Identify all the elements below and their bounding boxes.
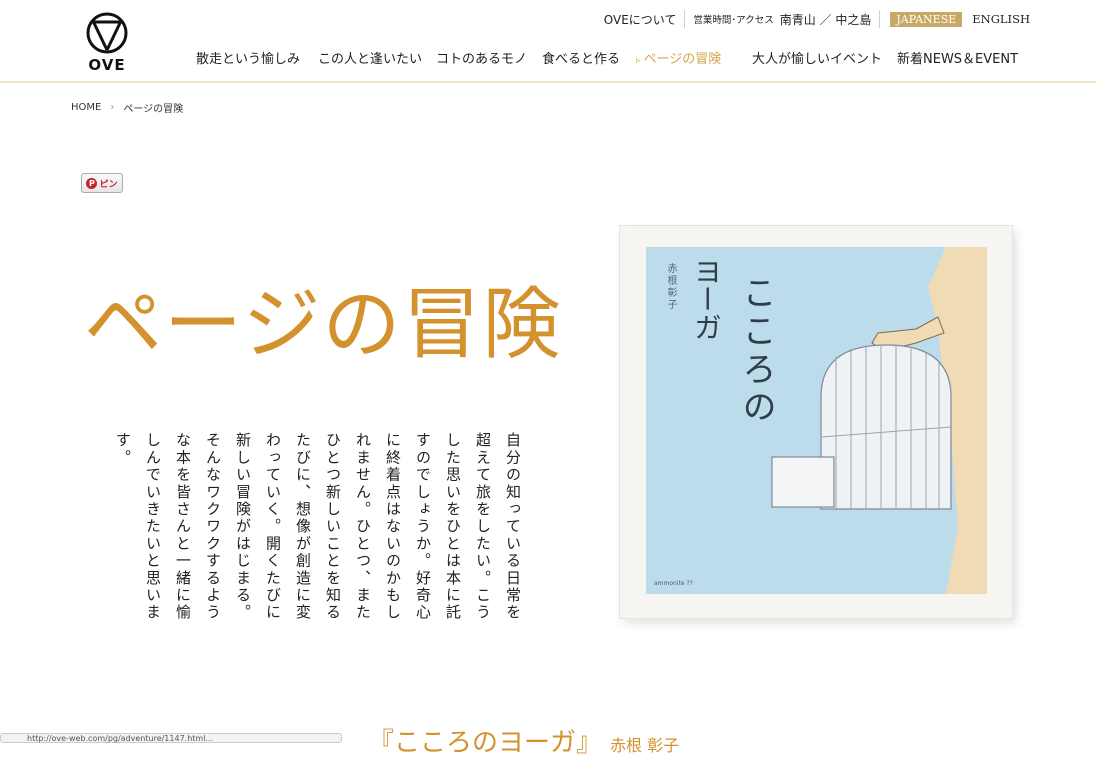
breadcrumb: HOME › ページの冒険 xyxy=(71,100,183,115)
utility-nav: OVEについて 営業時間･アクセス 南青山 ／ 中之島 JAPANESE ENG… xyxy=(596,10,1030,28)
cover-title: こころの xyxy=(736,275,776,427)
ove-logo-icon xyxy=(86,12,128,54)
article-book-title: 『こころのヨーガ』 xyxy=(368,728,603,758)
utility-divider xyxy=(684,10,686,28)
cover-subtitle: ヨーガ xyxy=(690,257,723,341)
main-nav: 散走という愉しみ この人と逢いたい コトのあるモノ 食べると作る ▹ ページの冒険… xyxy=(196,48,1036,68)
link-status-bar: http://ove-web.com/pg/adventure/1147.htm… xyxy=(0,733,342,743)
chevron-right-icon: › xyxy=(110,102,115,113)
about-link[interactable]: OVEについて xyxy=(596,11,685,28)
intro-text: 自分の知っている日常を超えて旅をしたい。こうした思いをひとは本に託すのでしょうか… xyxy=(114,432,522,622)
article-author: 赤根 彰子 xyxy=(610,736,680,755)
nav-item-events[interactable]: 大人が愉しいイベント xyxy=(752,48,882,67)
nav-item-label: ページの冒険 xyxy=(643,52,722,67)
book-cover-image[interactable]: こころの ヨーガ 赤根彰子 ammonite ?? xyxy=(619,225,1013,619)
nav-item-meet[interactable]: この人と逢いたい xyxy=(318,48,422,67)
book-cover-art: こころの ヨーガ 赤根彰子 ammonite ?? xyxy=(646,247,987,594)
utility-divider xyxy=(879,10,881,28)
nav-item-things[interactable]: コトのあるモノ xyxy=(436,48,527,67)
locations-link[interactable]: 南青山 ／ 中之島 xyxy=(780,11,872,28)
site-header: OVE OVEについて 営業時間･アクセス 南青山 ／ 中之島 JAPANESE… xyxy=(0,0,1096,83)
page-title: ページの冒険 xyxy=(84,280,563,370)
pinterest-pin-button[interactable]: P ピン xyxy=(81,173,123,193)
breadcrumb-home[interactable]: HOME xyxy=(71,102,101,113)
cover-author: 赤根彰子 xyxy=(665,263,676,311)
pinterest-icon: P xyxy=(86,177,98,189)
pin-label: ピン xyxy=(99,179,118,190)
nav-item-sansou[interactable]: 散走という愉しみ xyxy=(196,48,300,67)
nav-item-news[interactable]: 新着NEWS＆EVENT xyxy=(897,48,1018,67)
lang-japanese-button[interactable]: JAPANESE xyxy=(890,11,963,27)
article-heading: 『こころのヨーガ』 赤根 彰子 xyxy=(368,722,679,759)
hours-access-link[interactable]: 営業時間･アクセス xyxy=(693,12,773,26)
nav-item-page-adventure[interactable]: ▹ ページの冒険 xyxy=(636,48,721,67)
nav-item-food[interactable]: 食べると作る xyxy=(542,48,620,67)
logo-wordmark: OVE xyxy=(88,56,126,74)
cover-publisher: ammonite ?? xyxy=(654,580,693,587)
ove-logo[interactable]: OVE xyxy=(76,12,138,74)
breadcrumb-current: ページの冒険 xyxy=(123,104,184,115)
lang-english-button[interactable]: ENGLISH xyxy=(972,12,1030,26)
active-marker-icon: ▹ xyxy=(636,56,641,66)
